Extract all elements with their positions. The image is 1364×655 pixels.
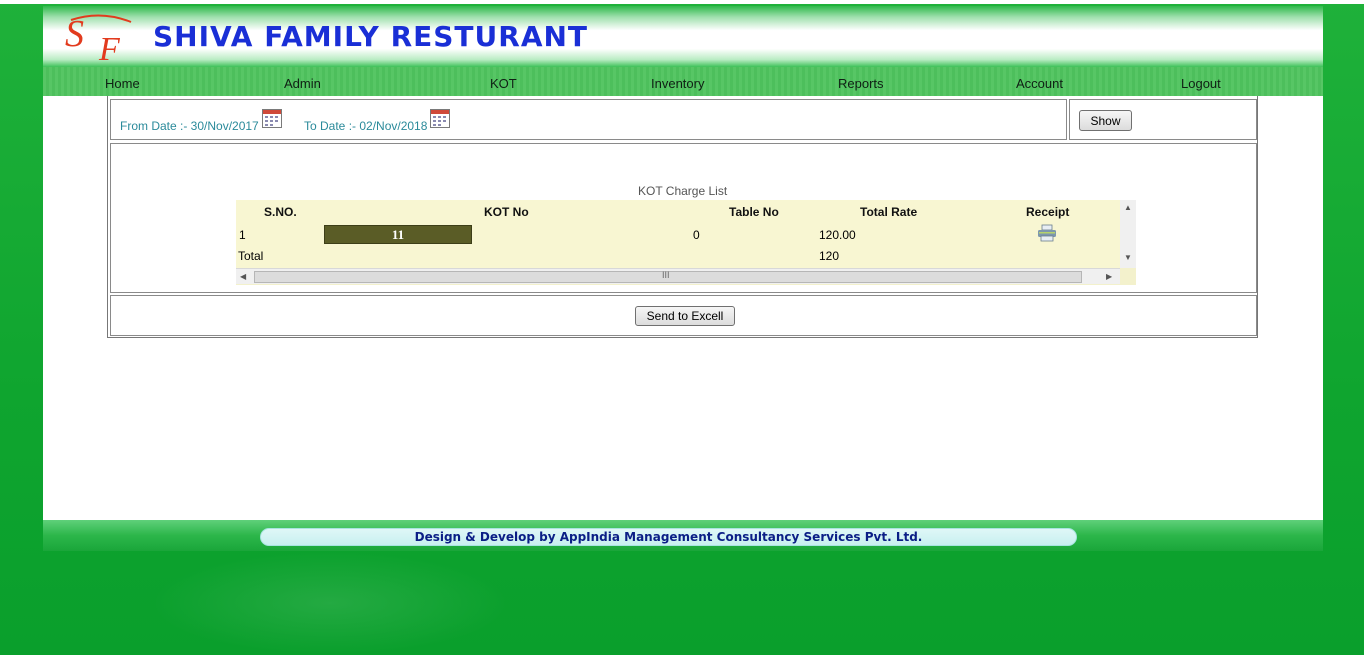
row-table-no: 0 bbox=[693, 228, 700, 242]
to-date-label: To Date :- 02/Nov/2018 bbox=[304, 119, 428, 133]
nav-kot[interactable]: KOT bbox=[490, 76, 517, 91]
scroll-down-icon[interactable]: ▼ bbox=[1124, 253, 1132, 262]
content-panel: From Date :- 30/Nov/2017 To Date :- 02/N… bbox=[107, 96, 1258, 338]
main-navbar: Home Admin KOT Inventory Reports Account… bbox=[43, 67, 1323, 96]
svg-text:F: F bbox=[98, 31, 121, 64]
nav-logout[interactable]: Logout bbox=[1181, 76, 1221, 91]
row-sno: 1 bbox=[239, 228, 246, 242]
nav-inventory[interactable]: Inventory bbox=[651, 76, 704, 91]
vertical-scrollbar[interactable]: ▲ ▼ bbox=[1120, 200, 1136, 268]
nav-account[interactable]: Account bbox=[1016, 76, 1063, 91]
from-date-label: From Date :- 30/Nov/2017 bbox=[120, 119, 259, 133]
footer-band: Design & Develop by AppIndia Management … bbox=[43, 520, 1323, 551]
total-value: 120 bbox=[819, 249, 840, 263]
to-calendar-icon[interactable] bbox=[430, 109, 450, 128]
row-total-rate: 120.00 bbox=[819, 228, 856, 242]
total-label: Total bbox=[238, 249, 264, 263]
scroll-left-icon[interactable]: ◀ bbox=[240, 272, 246, 281]
kot-list-panel: KOT Charge List S.NO. KOT No Table No To… bbox=[110, 143, 1257, 293]
show-panel: Show bbox=[1069, 99, 1257, 140]
page-frame: S F SHIVA FAMILY RESTURANT Home Admin KO… bbox=[43, 6, 1323, 551]
background-decoration bbox=[150, 551, 510, 655]
kot-number-button[interactable]: 11 bbox=[324, 225, 472, 244]
col-receipt: Receipt bbox=[1026, 205, 1070, 219]
footer-credit: Design & Develop by AppIndia Management … bbox=[260, 528, 1077, 546]
date-filter-panel: From Date :- 30/Nov/2017 To Date :- 02/N… bbox=[110, 99, 1067, 140]
top-border bbox=[0, 0, 1364, 4]
send-to-excel-button[interactable]: Send to Excell bbox=[635, 306, 735, 326]
show-button[interactable]: Show bbox=[1079, 110, 1132, 131]
grid-caption: KOT Charge List bbox=[638, 184, 728, 198]
brand-title: SHIVA FAMILY RESTURANT bbox=[153, 20, 589, 53]
thumb-grip: III bbox=[662, 270, 670, 280]
scrollbar-thumb[interactable]: III bbox=[254, 270, 1082, 283]
restaurant-logo: S F bbox=[65, 13, 132, 64]
from-calendar-icon[interactable] bbox=[262, 109, 282, 128]
nav-home[interactable]: Home bbox=[105, 76, 140, 91]
horizontal-scrollbar[interactable]: ◀ III ▶ bbox=[236, 268, 1120, 284]
grid-body: S.NO. KOT No Table No Total Rate Receipt… bbox=[236, 200, 1120, 268]
scroll-right-icon[interactable]: ▶ bbox=[1106, 272, 1112, 281]
nav-reports[interactable]: Reports bbox=[838, 76, 884, 91]
printer-icon[interactable] bbox=[1037, 224, 1057, 242]
export-panel: Send to Excell bbox=[110, 295, 1257, 336]
col-sno: S.NO. bbox=[264, 205, 297, 219]
col-kot-no: KOT No bbox=[484, 205, 529, 219]
nav-admin[interactable]: Admin bbox=[284, 76, 321, 91]
col-table-no: Table No bbox=[729, 205, 779, 219]
scroll-up-icon[interactable]: ▲ bbox=[1124, 203, 1132, 212]
kot-charge-grid: S.NO. KOT No Table No Total Rate Receipt… bbox=[236, 200, 1136, 285]
header-banner: S F SHIVA FAMILY RESTURANT bbox=[43, 6, 1323, 67]
col-total-rate: Total Rate bbox=[860, 205, 918, 219]
